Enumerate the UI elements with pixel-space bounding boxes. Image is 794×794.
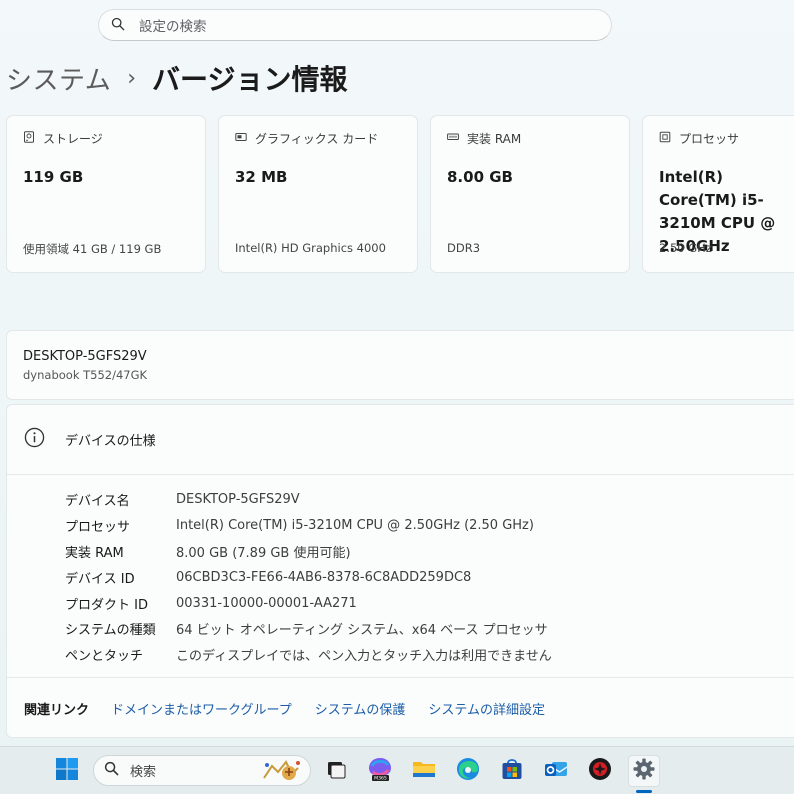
- device-specs-panel: デバイスの仕様 デバイス名 DESKTOP-5GFS29V プロセッサ Intel(…: [6, 404, 794, 738]
- related-links-title: 関連リンク: [24, 703, 90, 718]
- ram-card[interactable]: 実装 RAM 8.00 GB DDR3: [430, 115, 630, 273]
- breadcrumb: システム › バージョン情報: [6, 58, 348, 98]
- graphics-card-card[interactable]: グラフィックス カード 32 MB Intel(R) HD Graphics 4…: [218, 115, 418, 273]
- search-icon: [104, 761, 119, 780]
- taskbar: 検索 M365: [0, 746, 794, 794]
- spec-label: ペンとタッチ: [65, 649, 144, 665]
- device-name-panel[interactable]: DESKTOP-5GFS29V dynabook T552/47GK: [6, 330, 794, 400]
- spec-row-product-id: プロダクト ID 00331-10000-00001-AA271: [65, 590, 552, 616]
- spec-value: 06CBD3C3-FE66-4AB6-8378-6C8ADD259DC8: [176, 569, 472, 585]
- start-button[interactable]: [51, 755, 83, 787]
- microsoft-365-icon: M365: [367, 756, 393, 786]
- spec-label: システムの種類: [65, 623, 156, 639]
- edge-icon: [455, 756, 481, 786]
- card-subtext: Intel(R) HD Graphics 4000: [235, 241, 386, 255]
- search-icon: [111, 16, 125, 35]
- settings-icon: [631, 756, 657, 786]
- page-title: バージョン情報: [152, 63, 348, 96]
- spec-label: プロセッサ: [65, 520, 131, 536]
- spec-value: 8.00 GB (7.89 GB 使用可能): [176, 545, 351, 561]
- settings-search-input[interactable]: 設定の検索: [98, 9, 612, 41]
- breadcrumb-parent-link[interactable]: システム: [6, 60, 111, 97]
- task-view-button[interactable]: [320, 755, 352, 787]
- windows-start-icon: [54, 756, 80, 786]
- processor-card[interactable]: プロセッサ Intel(R) Core(TM) i5-3210M CPU @ 2…: [642, 115, 794, 273]
- info-icon: [24, 427, 45, 452]
- task-view-icon: [323, 756, 349, 786]
- card-title: プロセッサ: [679, 132, 740, 146]
- spec-row-device-id: デバイス ID 06CBD3C3-FE66-4AB6-8378-6C8ADD259…: [65, 564, 552, 590]
- system-protection-link[interactable]: システムの保護: [315, 699, 406, 718]
- spec-row-device-name: デバイス名 DESKTOP-5GFS29V: [65, 487, 552, 513]
- store-button[interactable]: [496, 755, 528, 787]
- device-specs-title: デバイスの仕様: [65, 434, 156, 449]
- search-placeholder: 設定の検索: [139, 19, 207, 35]
- store-icon: [499, 756, 525, 786]
- spec-value: このディスプレイでは、ペン入力とタッチ入力は利用できません: [176, 649, 552, 665]
- settings-button[interactable]: [628, 755, 660, 787]
- spec-row-system-type: システムの種類 64 ビット オペレーティング システム、x64 ベース プロセッ…: [65, 616, 552, 642]
- outlook-icon: [543, 756, 569, 786]
- edge-button[interactable]: [452, 755, 484, 787]
- spec-value: 00331-10000-00001-AA271: [176, 595, 357, 611]
- card-subtext: DDR3: [447, 241, 481, 255]
- search-highlight-icon: [258, 758, 304, 788]
- file-explorer-icon: [411, 756, 437, 786]
- card-value: 119 GB: [23, 168, 84, 186]
- active-app-indicator: [636, 790, 652, 793]
- ram-icon: [447, 131, 459, 146]
- spec-label: デバイス ID: [65, 571, 135, 587]
- spec-row-ram: 実装 RAM 8.00 GB (7.89 GB 使用可能): [65, 539, 552, 565]
- m365-badge-label: M365: [374, 776, 387, 782]
- card-title: ストレージ: [43, 132, 103, 146]
- security-app-button[interactable]: [584, 755, 616, 787]
- device-name: DESKTOP-5GFS29V: [23, 349, 147, 364]
- card-value: 8.00 GB: [447, 168, 513, 186]
- card-title: 実装 RAM: [467, 132, 522, 146]
- breadcrumb-separator: ›: [127, 65, 137, 91]
- domain-workgroup-link[interactable]: ドメインまたはワークグループ: [111, 699, 292, 718]
- device-specs-header[interactable]: デバイスの仕様: [7, 405, 794, 475]
- spec-value: DESKTOP-5GFS29V: [176, 492, 300, 508]
- spec-value: 64 ビット オペレーティング システム、x64 ベース プロセッサ: [176, 623, 548, 639]
- spec-label: プロダクト ID: [65, 597, 148, 613]
- file-explorer-button[interactable]: [408, 755, 440, 787]
- storage-icon: [23, 131, 35, 146]
- microsoft-365-button[interactable]: M365: [364, 755, 396, 787]
- taskbar-search-label: 検索: [130, 765, 157, 780]
- spec-list: デバイス名 DESKTOP-5GFS29V プロセッサ Intel(R) Core(…: [65, 487, 552, 668]
- graphics-card-icon: [235, 131, 247, 146]
- taskbar-search-box[interactable]: 検索: [93, 755, 311, 786]
- spec-label: デバイス名: [65, 494, 130, 510]
- spec-row-pen-touch: ペンとタッチ このディスプレイでは、ペン入力とタッチ入力は利用できません: [65, 642, 552, 668]
- spec-value: Intel(R) Core(TM) i5-3210M CPU @ 2.50GHz…: [176, 518, 534, 534]
- card-subtext: 使用領域 41 GB / 119 GB: [23, 242, 162, 256]
- security-app-icon: [587, 756, 613, 786]
- advanced-system-settings-link[interactable]: システムの詳細設定: [428, 699, 545, 718]
- related-links-bar: 関連リンク ドメインまたはワークグループ システムの保護 システムの詳細設定: [7, 677, 794, 739]
- card-title: グラフィックス カード: [255, 132, 379, 146]
- device-model: dynabook T552/47GK: [23, 368, 148, 382]
- spec-row-processor: プロセッサ Intel(R) Core(TM) i5-3210M CPU @ 2.…: [65, 513, 552, 539]
- card-subtext: 2.50 GHz: [659, 241, 712, 255]
- storage-card[interactable]: ストレージ 119 GB 使用領域 41 GB / 119 GB: [6, 115, 206, 273]
- outlook-button[interactable]: [540, 755, 572, 787]
- card-value: 32 MB: [235, 168, 288, 186]
- processor-icon: [659, 131, 671, 146]
- spec-label: 実装 RAM: [65, 545, 124, 561]
